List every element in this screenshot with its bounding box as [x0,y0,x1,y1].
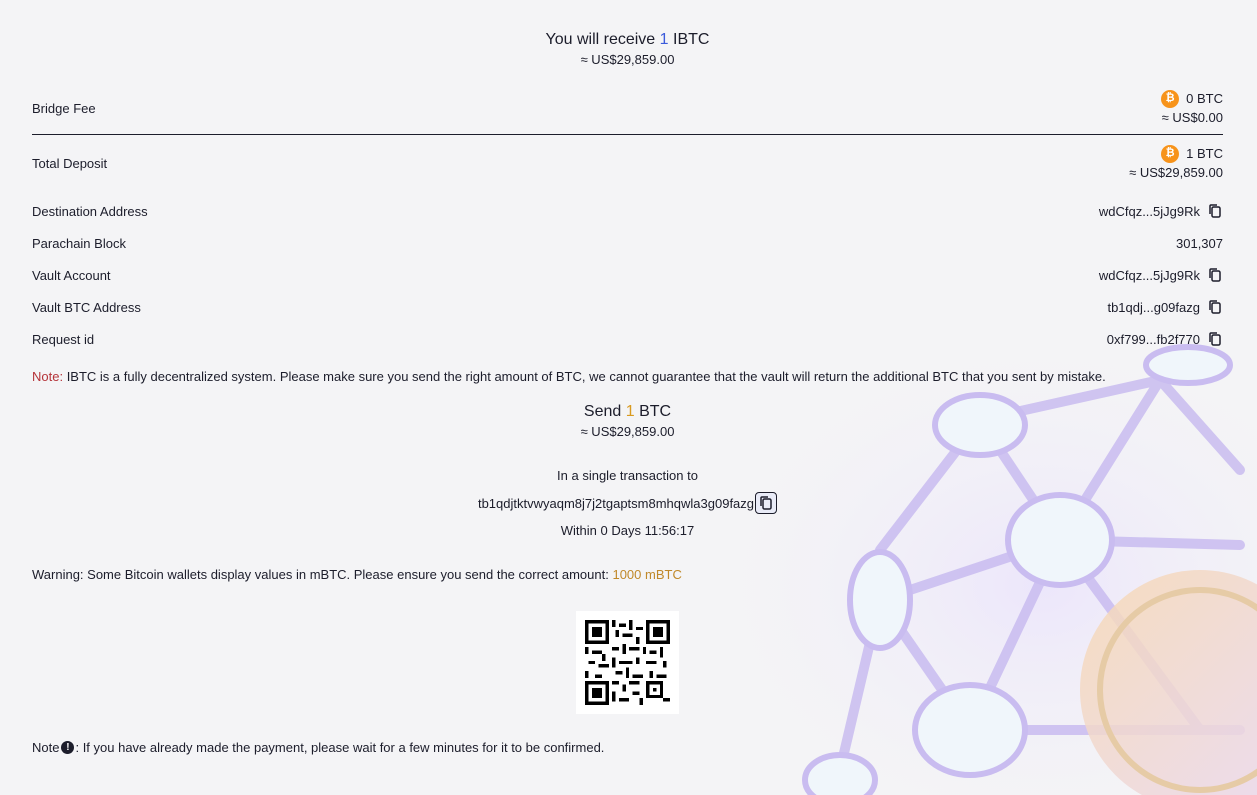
total-deposit-amount-line: ₿ 1 BTC [1161,144,1223,163]
receive-amount: 1 [659,31,669,48]
vault-btc-address-value-group: tb1qdj...g09fazg [1107,298,1223,317]
receive-title: You will receive 1 IBTC [32,30,1223,50]
send-token: BTC [639,403,672,420]
issue-summary-panel: You will receive 1 IBTC ≈ US$29,859.00 B… [32,0,1223,795]
total-deposit-label: Total Deposit [32,155,108,171]
request-id-row: Request id 0xf799...fb2f770 [32,329,1223,349]
single-transaction-label: In a single transaction to [557,468,698,483]
request-id-label: Request id [32,331,95,347]
destination-address-row: Destination Address wdCfqz...5jJg9Rk [32,201,1223,221]
note-text: IBTC is a fully decentralized system. Pl… [63,369,1106,384]
bridge-fee-label: Bridge Fee [32,100,96,116]
total-deposit-values: ₿ 1 BTC ≈ US$29,859.00 [1129,144,1223,182]
copy-icon[interactable] [1207,203,1223,219]
btc-deposit-address: tb1qdjtktvwyaqm8j7j2tgaptsm8mhqwla3g09fa… [32,492,1223,514]
request-id-value: 0xf799...fb2f770 [1106,331,1200,347]
bitcoin-icon: ₿ [1161,89,1180,108]
note-tag: Note: [32,369,64,384]
copy-icon[interactable] [1207,299,1223,315]
copy-icon [760,496,772,510]
bitcoin-icon: ₿ [1161,144,1180,163]
bridge-fee-row: Bridge Fee ₿ 0 BTC ≈ US$0.00 [32,89,1223,127]
parachain-block-label: Parachain Block [32,235,126,251]
destination-address-value-group: wdCfqz...5jJg9Rk [1099,202,1223,221]
bridge-fee-values: ₿ 0 BTC ≈ US$0.00 [1161,89,1223,127]
receive-usd: ≈ US$29,859.00 [580,52,675,67]
bridge-fee-usd: ≈ US$0.00 [1161,110,1223,125]
vault-account-label: Vault Account [32,267,111,283]
footer-note-label: Note [32,740,60,755]
copy-icon[interactable] [1207,331,1223,347]
receive-token: IBTC [673,31,710,48]
destination-address-value: wdCfqz...5jJg9Rk [1098,203,1200,219]
warning-amount: 1000 mBTC [612,567,682,582]
payment-confirmation-note: Note ! : If you have already made the pa… [32,740,604,755]
receive-prefix: You will receive [545,31,656,48]
send-title: Send 1 BTC [32,402,1223,422]
btc-payment-qr-code [576,611,679,714]
total-deposit-usd: ≈ US$29,859.00 [1129,165,1223,180]
divider [32,134,1223,135]
vault-btc-address-label: Vault BTC Address [32,299,141,315]
footer-note-text: : If you have already made the payment, … [75,740,605,755]
receive-summary: You will receive 1 IBTC ≈ US$29,859.00 [32,30,1223,67]
vault-btc-address-value: tb1qdj...g09fazg [1107,299,1200,315]
parachain-block-row: Parachain Block 301,307 [32,233,1223,253]
bridge-fee-value: 0 BTC [1186,91,1223,106]
mbtc-warning: Warning: Some Bitcoin wallets display va… [32,567,682,582]
deposit-address-value: tb1qdjtktvwyaqm8j7j2tgaptsm8mhqwla3g09fa… [477,495,755,511]
copy-icon[interactable] [1207,267,1223,283]
parachain-block-value: 301,307 [1176,235,1223,251]
warning-text: Warning: Some Bitcoin wallets display va… [32,567,613,582]
send-summary: Send 1 BTC ≈ US$29,859.00 [32,402,1223,439]
send-usd: ≈ US$29,859.00 [580,424,675,439]
request-id-value-group: 0xf799...fb2f770 [1107,330,1223,349]
vault-account-value: wdCfqz...5jJg9Rk [1098,267,1200,283]
countdown-timer: Within 0 Days 11:56:17 [560,523,695,538]
vault-account-row: Vault Account wdCfqz...5jJg9Rk [32,265,1223,285]
destination-address-label: Destination Address [32,203,148,219]
bridge-fee-amount-line: ₿ 0 BTC [1161,89,1223,108]
qr-code-graphic [585,620,670,705]
info-icon[interactable]: ! [61,741,75,754]
total-deposit-row: Total Deposit ₿ 1 BTC ≈ US$29,859.00 [32,144,1223,182]
send-amount: 1 [625,403,635,420]
decentralized-note: Note: IBTC is a fully decentralized syst… [32,369,1106,384]
total-deposit-value: 1 BTC [1186,146,1223,161]
send-prefix: Send [583,403,622,420]
vault-account-value-group: wdCfqz...5jJg9Rk [1099,266,1223,285]
copy-address-button[interactable] [755,492,778,514]
vault-btc-address-row: Vault BTC Address tb1qdj...g09fazg [32,297,1223,317]
